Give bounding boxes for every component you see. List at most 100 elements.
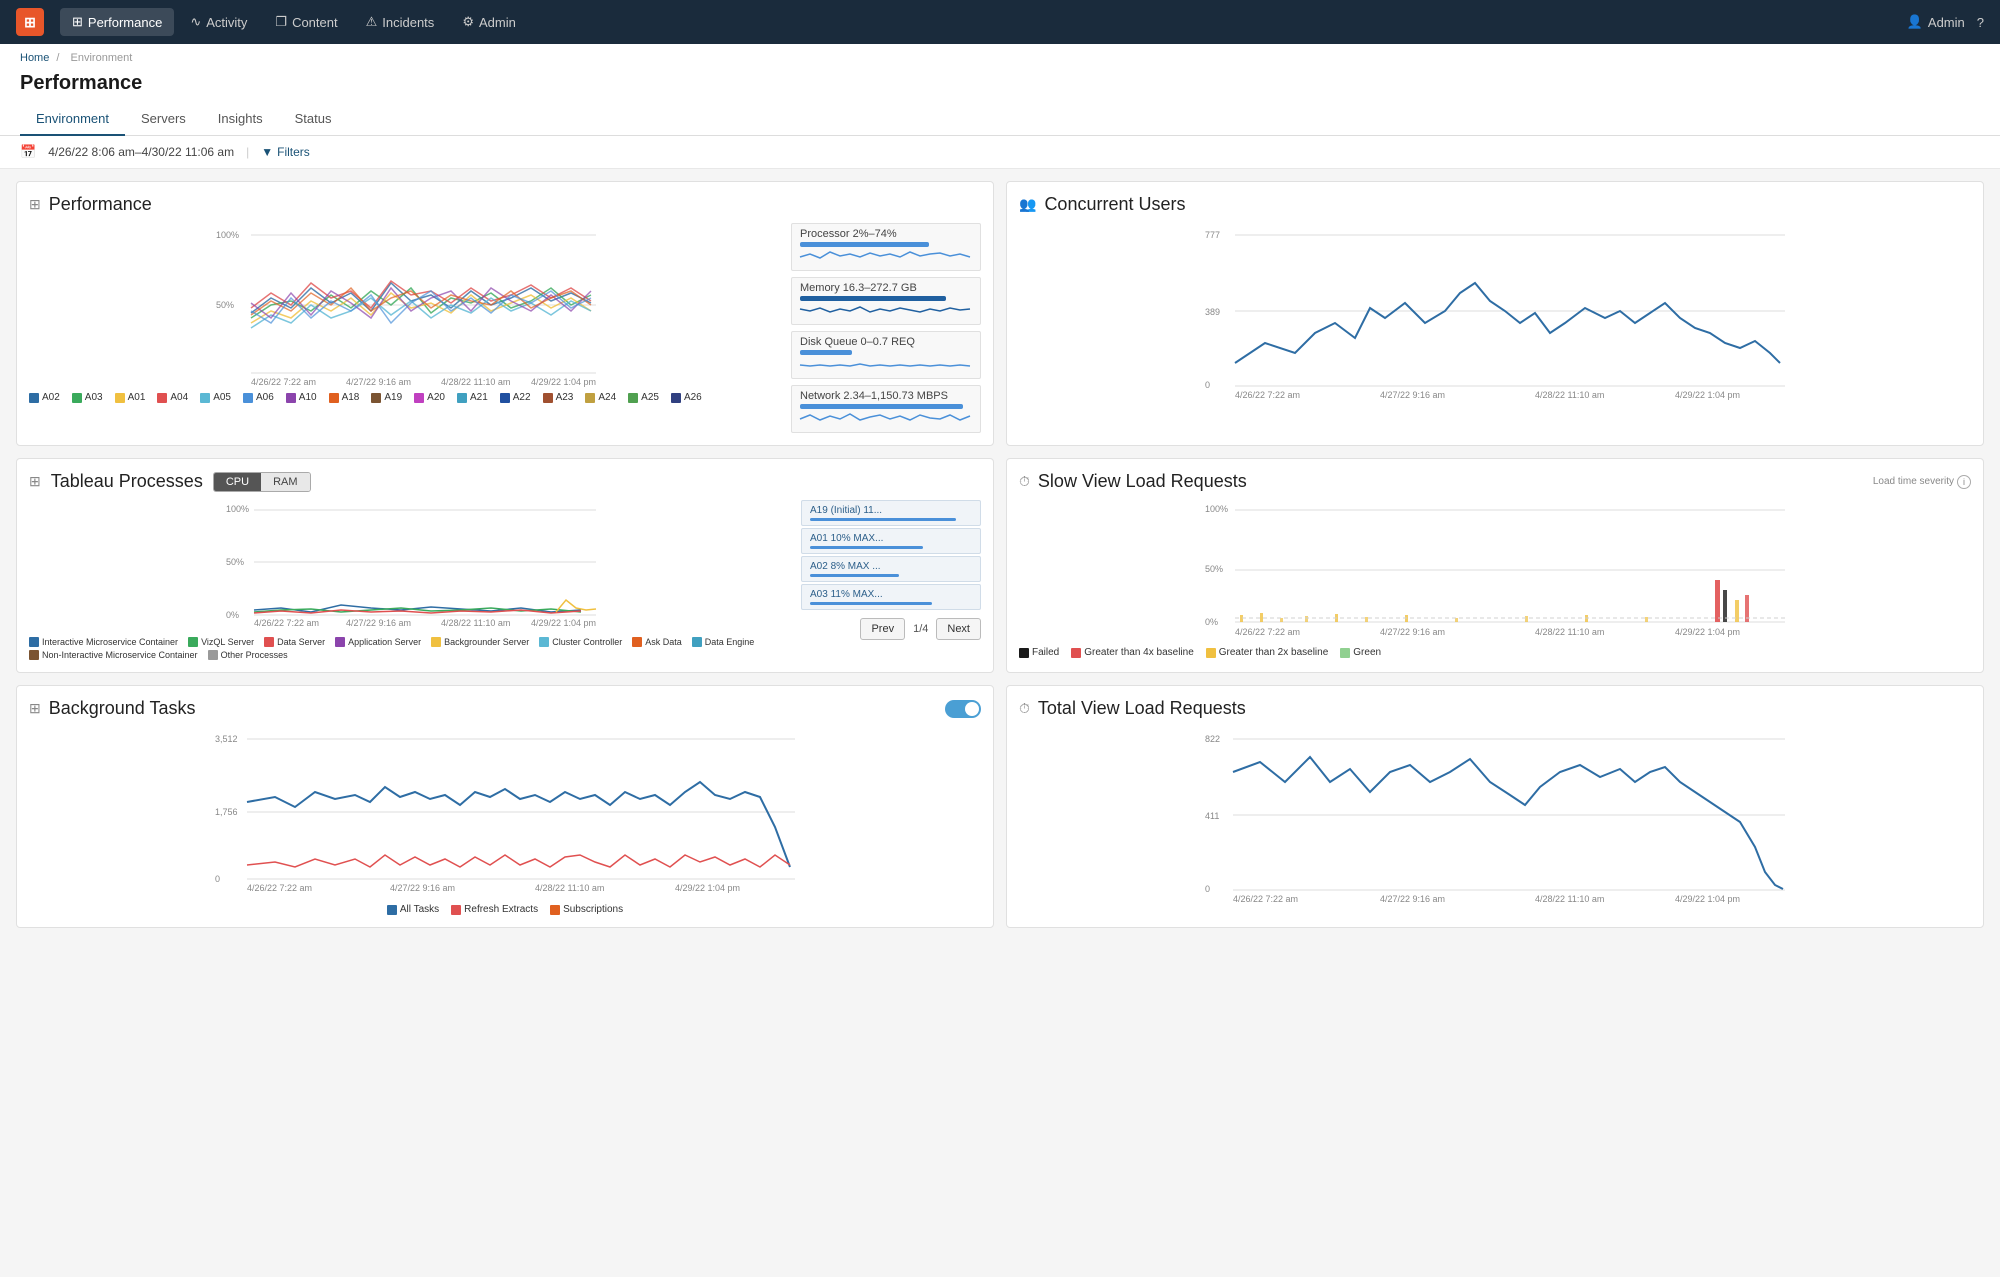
concurrent-users-icon: 👥 <box>1019 196 1036 213</box>
svg-text:4/26/22 7:22 am: 4/26/22 7:22 am <box>1233 894 1298 904</box>
legend-a22: A22 <box>500 392 531 403</box>
svg-text:50%: 50% <box>226 557 244 567</box>
date-range-label: 4/26/22 8:06 am–4/30/22 11:06 am <box>48 145 234 159</box>
legend-interactive-ms: Interactive Microservice Container <box>29 637 178 647</box>
admin-user-button[interactable]: 👤 Admin <box>1907 14 1965 30</box>
processes-chart-icon: ⊞ <box>29 473 41 490</box>
severity-info-icon[interactable]: i <box>1957 475 1971 489</box>
tab-status[interactable]: Status <box>279 103 348 136</box>
nav-right-section: 👤 Admin ? <box>1907 14 1984 30</box>
legend-a04: A04 <box>157 392 188 403</box>
breadcrumb-current: Environment <box>71 52 133 64</box>
process-items-list: A19 (Initial) 11... A01 10% MAX... A02 8… <box>801 500 981 660</box>
total-view-load-title: ⏱ Total View Load Requests <box>1019 698 1971 719</box>
legend-refresh-extracts: Refresh Extracts <box>451 904 538 915</box>
svg-text:4/29/22 1:04 pm: 4/29/22 1:04 pm <box>1675 390 1740 400</box>
svg-text:4/27/22 9:16 am: 4/27/22 9:16 am <box>346 377 411 387</box>
processes-header: ⊞ Tableau Processes CPU RAM <box>29 471 981 492</box>
svg-text:4/26/22 7:22 am: 4/26/22 7:22 am <box>247 883 312 893</box>
process-item-a02[interactable]: A02 8% MAX ... <box>801 556 981 582</box>
nav-content[interactable]: ❐ Content <box>263 8 349 36</box>
legend-a18: A18 <box>329 392 360 403</box>
background-tasks-svg: 3,512 1,756 0 4/26/22 7:22 am 4/27/22 9:… <box>29 727 981 897</box>
main-content: ⊞ Performance 100% 50% 4/26/22 7:22 am 4… <box>0 169 2000 940</box>
legend-other-processes: Other Processes <box>208 650 288 660</box>
svg-text:4/27/22 9:16 am: 4/27/22 9:16 am <box>346 618 411 628</box>
metric-processor: Processor 2%–74% <box>791 223 981 271</box>
ram-button[interactable]: RAM <box>261 473 309 491</box>
nav-admin[interactable]: ⚙ Admin <box>450 8 528 36</box>
legend-failed: Failed <box>1019 647 1059 658</box>
content-icon: ❐ <box>275 14 287 30</box>
calendar-icon: 📅 <box>20 144 36 160</box>
svg-text:4/26/22 7:22 am: 4/26/22 7:22 am <box>1235 390 1300 400</box>
slow-view-load-card: ⏱ Slow View Load Requests Load time seve… <box>1006 458 1984 673</box>
page-title: Performance <box>20 72 1980 103</box>
nav-performance[interactable]: ⊞ Performance <box>60 8 174 36</box>
performance-icon: ⊞ <box>72 14 83 30</box>
legend-cluster: Cluster Controller <box>539 637 622 647</box>
svg-text:4/29/22 1:04 pm: 4/29/22 1:04 pm <box>1675 894 1740 904</box>
nav-incidents[interactable]: ⚠ Incidents <box>354 8 447 36</box>
help-button[interactable]: ? <box>1977 15 1984 30</box>
svg-text:50%: 50% <box>216 300 234 310</box>
legend-a26: A26 <box>671 392 702 403</box>
performance-main-area: 100% 50% 4/26/22 7:22 am 4/27/22 9:16 am… <box>29 223 981 433</box>
performance-svg: 100% 50% 4/26/22 7:22 am 4/27/22 9:16 am… <box>29 223 783 383</box>
svg-text:0: 0 <box>215 874 220 884</box>
background-tasks-header: ⊞ Background Tasks <box>29 698 981 719</box>
background-tasks-title: Background Tasks <box>49 698 196 719</box>
page-tabs: Environment Servers Insights Status <box>20 103 1980 135</box>
legend-askdata: Ask Data <box>632 637 682 647</box>
processor-sparkline <box>800 249 972 263</box>
disk-sparkline <box>800 357 972 371</box>
svg-text:0: 0 <box>1205 884 1210 894</box>
slow-view-legend: Failed Greater than 4x baseline Greater … <box>1019 647 1971 658</box>
svg-text:4/28/22 11:10 am: 4/28/22 11:10 am <box>441 618 510 628</box>
legend-backgrounder: Backgrounder Server <box>431 637 529 647</box>
pagination-info: 1/4 <box>913 623 928 635</box>
svg-text:100%: 100% <box>216 230 239 240</box>
network-sparkline <box>800 411 972 425</box>
processes-line-chart: 100% 50% 0% 4/26/22 7:22 am 4/27/22 9:16… <box>29 500 793 660</box>
legend-data-server: Data Server <box>264 637 325 647</box>
process-item-a01[interactable]: A01 10% MAX... <box>801 528 981 554</box>
filters-button[interactable]: ▼ Filters <box>261 145 310 159</box>
user-icon: 👤 <box>1907 14 1923 30</box>
legend-green: Green <box>1340 647 1381 658</box>
svg-text:0%: 0% <box>1205 617 1218 627</box>
legend-a02: A02 <box>29 392 60 403</box>
legend-app-server: Application Server <box>335 637 421 647</box>
slow-view-header: ⏱ Slow View Load Requests Load time seve… <box>1019 471 1971 492</box>
legend-a20: A20 <box>414 392 445 403</box>
legend-non-interactive: Non-Interactive Microservice Container <box>29 650 198 660</box>
legend-a10: A10 <box>286 392 317 403</box>
legend-2x-baseline: Greater than 2x baseline <box>1206 647 1329 658</box>
svg-text:3,512: 3,512 <box>215 734 238 744</box>
legend-all-tasks: All Tasks <box>387 904 439 915</box>
legend-a05: A05 <box>200 392 231 403</box>
performance-chart-icon: ⊞ <box>29 196 41 213</box>
concurrent-users-title: 👥 Concurrent Users <box>1019 194 1971 215</box>
performance-legend: A02 A03 A01 A04 <box>29 392 783 403</box>
svg-text:4/27/22 9:16 am: 4/27/22 9:16 am <box>1380 390 1445 400</box>
tab-environment[interactable]: Environment <box>20 103 125 136</box>
svg-text:4/26/22 7:22 am: 4/26/22 7:22 am <box>251 377 316 387</box>
next-button[interactable]: Next <box>936 618 981 640</box>
svg-text:4/27/22 9:16 am: 4/27/22 9:16 am <box>1380 894 1445 904</box>
cpu-button[interactable]: CPU <box>214 473 261 491</box>
breadcrumb-home[interactable]: Home <box>20 52 49 64</box>
nav-activity[interactable]: ∿ Activity <box>178 8 259 36</box>
process-item-a19[interactable]: A19 (Initial) 11... <box>801 500 981 526</box>
prev-button[interactable]: Prev <box>860 618 905 640</box>
background-tasks-toggle[interactable] <box>945 700 981 718</box>
metric-memory: Memory 16.3–272.7 GB <box>791 277 981 325</box>
legend-a06: A06 <box>243 392 274 403</box>
tab-servers[interactable]: Servers <box>125 103 202 136</box>
svg-text:0: 0 <box>1205 380 1210 390</box>
svg-text:4/29/22 1:04 pm: 4/29/22 1:04 pm <box>531 618 596 628</box>
tab-insights[interactable]: Insights <box>202 103 279 136</box>
total-view-load-card: ⏱ Total View Load Requests 822 411 0 4/2… <box>1006 685 1984 928</box>
performance-chart-title: ⊞ Performance <box>29 194 981 215</box>
process-item-a03[interactable]: A03 11% MAX... <box>801 584 981 610</box>
